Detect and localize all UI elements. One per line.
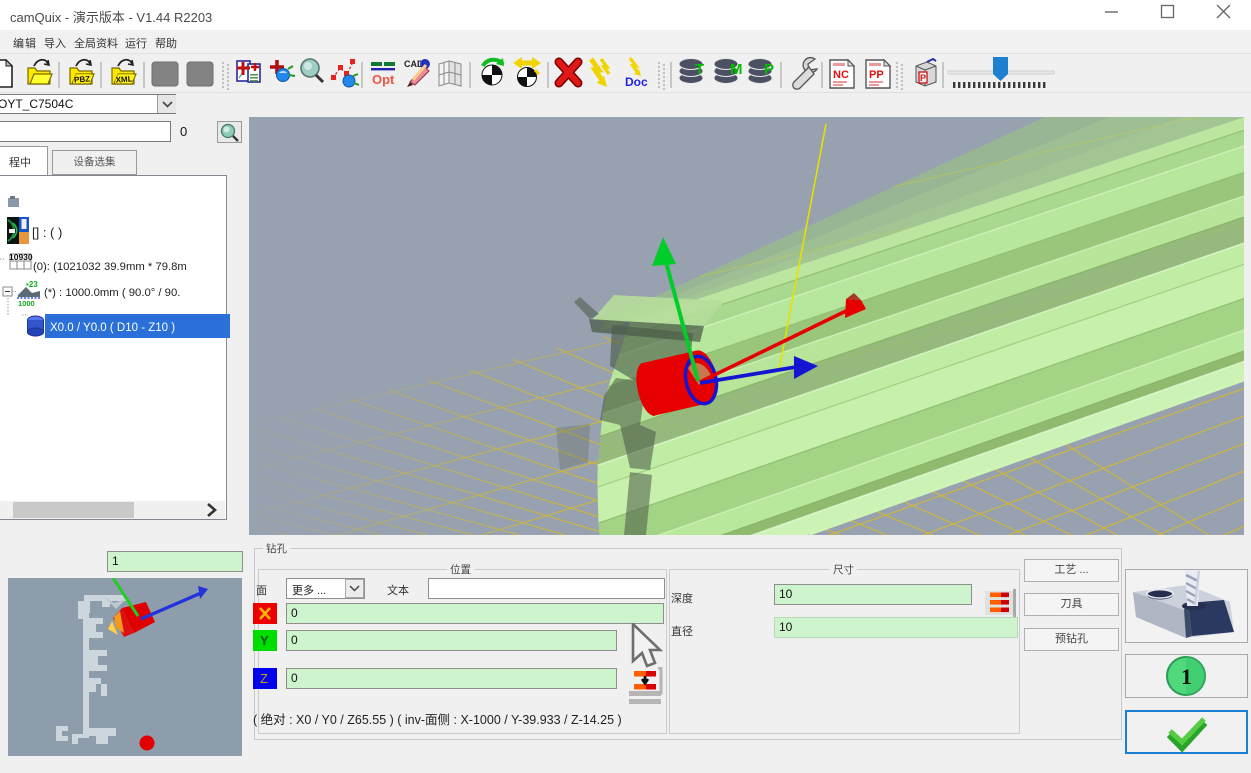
svg-text:NC: NC <box>833 69 849 81</box>
svg-text:PBZ: PBZ <box>74 74 91 84</box>
svg-text:(0): (1021032 39.9mm * 79.8m: (0): (1021032 39.9mm * 79.8m <box>33 261 187 273</box>
svg-text:[] : ( ): [] : ( ) <box>32 225 62 240</box>
svg-text:XML: XML <box>115 74 133 84</box>
svg-text:P: P <box>920 73 926 83</box>
svg-text:M: M <box>730 61 743 78</box>
svg-text:PP: PP <box>869 69 884 81</box>
svg-text:T: T <box>695 61 704 78</box>
svg-text:P: P <box>764 61 774 78</box>
svg-text:(*) : 1000.0mm ( 90.0° / 90.: (*) : 1000.0mm ( 90.0° / 90. <box>44 287 180 299</box>
svg-text:1: 1 <box>1181 664 1192 689</box>
svg-text:10930: 10930 <box>9 252 33 262</box>
svg-text:X0.0 / Y0.0 ( D10 - Z10 ): X0.0 / Y0.0 ( D10 - Z10 ) <box>50 322 175 334</box>
svg-text:Doc: Doc <box>625 75 648 89</box>
svg-text:Opt: Opt <box>372 72 395 87</box>
svg-text:▪23: ▪23 <box>26 280 38 289</box>
svg-text:1000: 1000 <box>18 299 35 308</box>
